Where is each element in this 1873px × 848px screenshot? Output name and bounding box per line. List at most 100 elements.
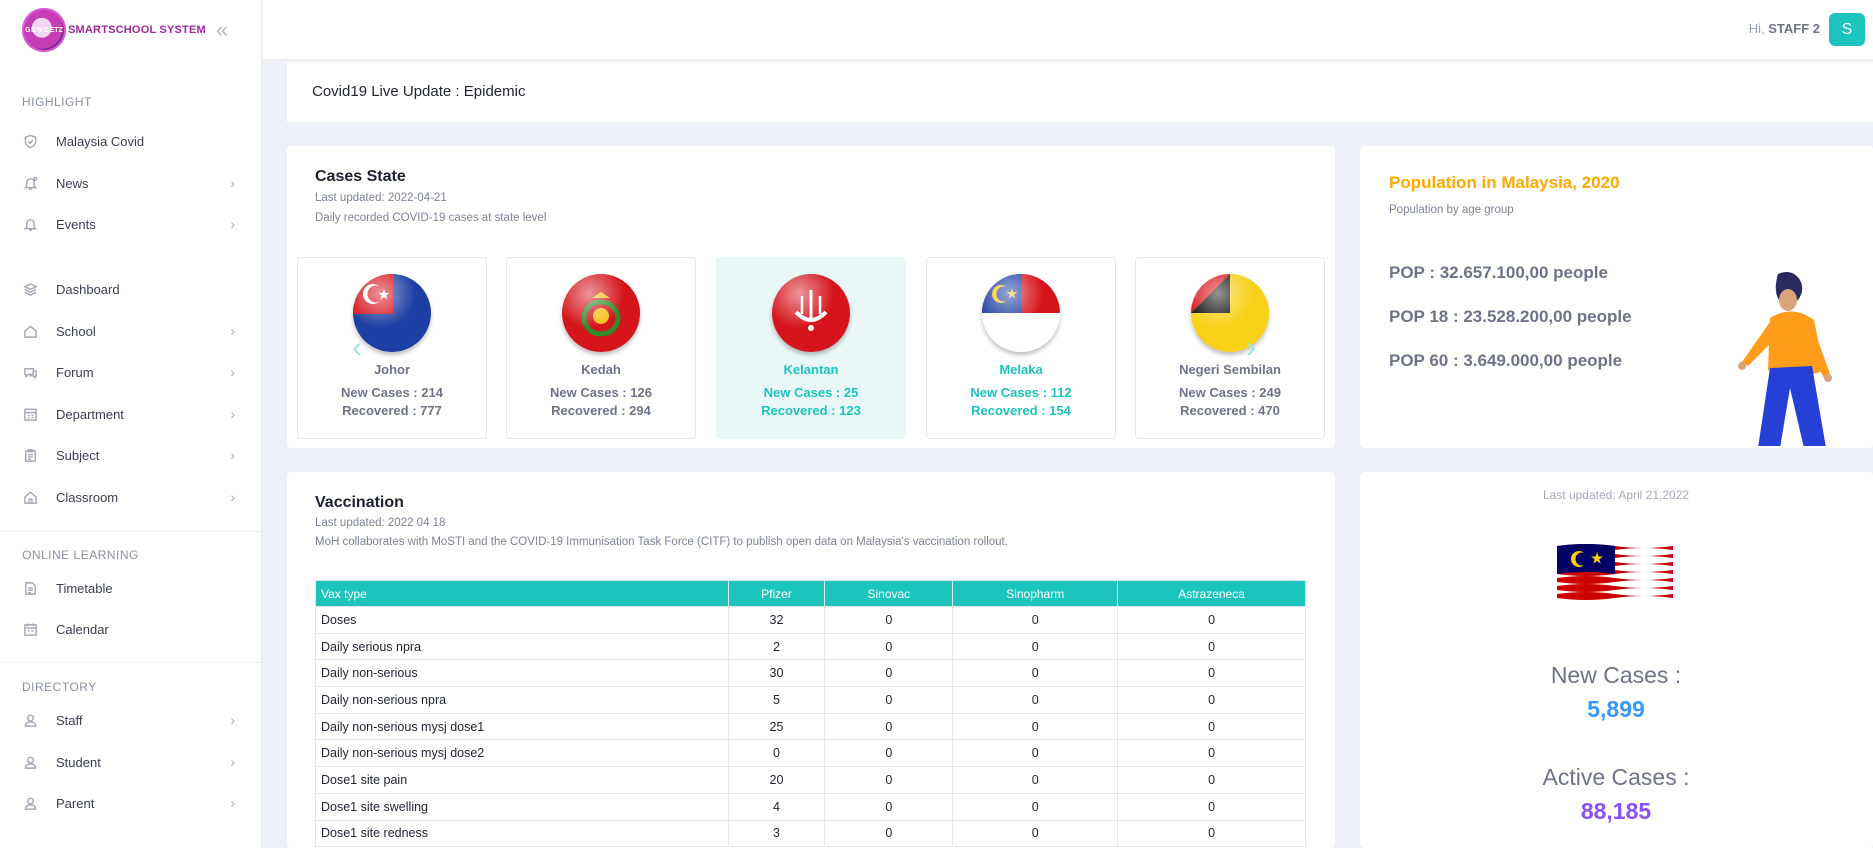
sidebar-item-department[interactable]: Department › (0, 396, 261, 432)
walking-person-illustration (1738, 272, 1832, 446)
chevron-right-icon: › (230, 447, 235, 463)
vax-row-label: Daily non-serious (315, 659, 729, 688)
state-name: Kelantan (783, 362, 839, 377)
state-new-cases: New Cases : 126 (550, 385, 652, 400)
vax-row-label: Daily non-serious mysj dose1 (315, 712, 729, 741)
sidebar-item-news[interactable]: News › (0, 165, 261, 201)
state-recovered: Recovered : 777 (342, 403, 442, 418)
section-title-online-learning: ONLINE LEARNING (22, 548, 139, 562)
sidebar: GS N GETZ SMARTSCHOOL SYSTEM « HIGHLIGHT… (0, 0, 262, 848)
vaccination-table: Vax type Pfizer Sinovac Sinopharm Astraz… (315, 580, 1306, 848)
app-name: SMARTSCHOOL SYSTEM (68, 24, 206, 36)
kedah-flag-icon (562, 274, 640, 352)
clipboard-icon (22, 447, 38, 463)
population-card: Population in Malaysia, 2020 Population … (1360, 146, 1873, 448)
vax-row-label: Dose1 site pain (315, 766, 729, 794)
state-card-negeri-sembilan[interactable]: Negeri Sembilan New Cases : 249 Recovere… (1135, 257, 1325, 439)
greeting-text: Hi, (1748, 21, 1765, 36)
table-row: Daily non-serious mysj dose2 0 0 0 0 (315, 739, 1306, 768)
vax-cell: 0 (1117, 739, 1306, 768)
vax-cell: 0 (952, 819, 1119, 848)
vax-cell: 3 (727, 819, 826, 848)
chevron-right-icon: › (230, 364, 235, 380)
section-title-directory: DIRECTORY (22, 680, 97, 694)
user-icon (22, 795, 38, 811)
carousel-prev-icon[interactable]: ‹ (352, 333, 362, 363)
chevron-right-icon: › (230, 175, 235, 191)
sidebar-item-label: Student (56, 754, 101, 770)
state-card-johor[interactable]: Johor New Cases : 214 Recovered : 777 (297, 257, 487, 439)
sidebar-item-malaysia-covid[interactable]: Malaysia Covid (0, 123, 261, 159)
vaccination-title: Vaccination (315, 494, 404, 511)
sidebar-item-subject[interactable]: Subject › (0, 437, 261, 473)
home-icon (22, 323, 38, 339)
state-recovered: Recovered : 154 (971, 403, 1071, 418)
user-greeting[interactable]: Hi, STAFF 2 (1749, 21, 1820, 36)
state-recovered: Recovered : 123 (761, 403, 861, 418)
sidebar-item-label: News (56, 175, 89, 191)
cases-state-updated: Last updated: 2022-04-21 (315, 192, 447, 204)
chevron-right-icon: › (230, 489, 235, 505)
page-title: Covid19 Live Update : Epidemic (312, 83, 526, 100)
sidebar-item-label: Department (56, 406, 124, 422)
vax-cell: 0 (1117, 659, 1306, 688)
state-new-cases: New Cases : 25 (763, 385, 859, 400)
sidebar-item-parent[interactable]: Parent › (0, 785, 261, 821)
vax-row-label: Dose1 site swelling (315, 792, 729, 821)
sidebar-item-school[interactable]: School › (0, 313, 261, 349)
vax-cell: 0 (1117, 766, 1306, 794)
cases-state-title: Cases State (315, 168, 406, 185)
vax-cell: 0 (824, 819, 954, 848)
state-card-kelantan[interactable]: Kelantan New Cases : 25 Recovered : 123 (716, 257, 906, 439)
table-row: Dose1 site pain 20 0 0 0 (315, 766, 1306, 794)
sidebar-item-label: Staff (56, 712, 83, 728)
vaccination-updated: Last updated: 2022 04 18 (315, 517, 446, 529)
malaysia-flag-icon (1557, 544, 1673, 600)
sidebar-item-label: School (56, 323, 96, 339)
vax-cell: 0 (824, 766, 954, 794)
sidebar-item-staff[interactable]: Staff › (0, 702, 261, 738)
carousel-next-icon[interactable]: › (1246, 333, 1256, 363)
chevron-right-icon: › (230, 406, 235, 422)
vax-row-label: Daily non-serious npra (315, 686, 729, 714)
population-subtitle: Population by age group (1389, 204, 1514, 216)
population-total: POP : 32.657.100,00 people (1389, 263, 1608, 282)
chevron-right-icon: › (230, 216, 235, 232)
chat-icon (22, 364, 38, 380)
document-icon (22, 580, 38, 596)
app-logo[interactable]: GS N GETZ (22, 8, 66, 52)
building-icon (22, 406, 38, 422)
home-icon (22, 489, 38, 505)
user-icon (22, 754, 38, 770)
johor-flag-icon (353, 274, 431, 352)
vax-cell: 0 (824, 792, 954, 821)
vax-cell: 0 (1117, 606, 1306, 634)
collapse-sidebar-icon[interactable]: « (216, 19, 228, 41)
sidebar-item-events[interactable]: Events › (0, 206, 261, 242)
shield-icon (22, 133, 38, 149)
sidebar-item-label: Parent (56, 795, 95, 811)
state-name: Negeri Sembilan (1179, 362, 1281, 377)
sidebar-item-classroom[interactable]: Classroom › (0, 479, 261, 515)
state-card-kedah[interactable]: Kedah New Cases : 126 Recovered : 294 (506, 257, 696, 439)
state-card-melaka[interactable]: Melaka New Cases : 112 Recovered : 154 (926, 257, 1116, 439)
sidebar-item-calendar[interactable]: Calendar (0, 611, 261, 647)
layers-icon (22, 281, 38, 297)
column-header: Sinovac (824, 580, 954, 607)
sidebar-item-student[interactable]: Student › (0, 744, 261, 780)
sidebar-item-forum[interactable]: Forum › (0, 354, 261, 390)
avatar[interactable]: S (1829, 13, 1865, 46)
vax-cell: 5 (727, 686, 826, 714)
population-60: POP 60 : 3.649.000,00 people (1389, 351, 1623, 370)
vax-cell: 0 (824, 659, 954, 688)
sidebar-item-timetable[interactable]: Timetable (0, 570, 261, 606)
kelantan-flag-icon (772, 274, 850, 352)
bell-icon (22, 216, 38, 232)
vax-cell: 0 (952, 606, 1119, 634)
table-row: Daily non-serious mysj dose1 25 0 0 0 (315, 712, 1306, 741)
vax-cell: 4 (727, 792, 826, 821)
sidebar-item-dashboard[interactable]: Dashboard (0, 271, 261, 307)
bell-icon (22, 175, 38, 191)
vax-cell: 0 (952, 792, 1119, 821)
calendar-icon (22, 621, 38, 637)
